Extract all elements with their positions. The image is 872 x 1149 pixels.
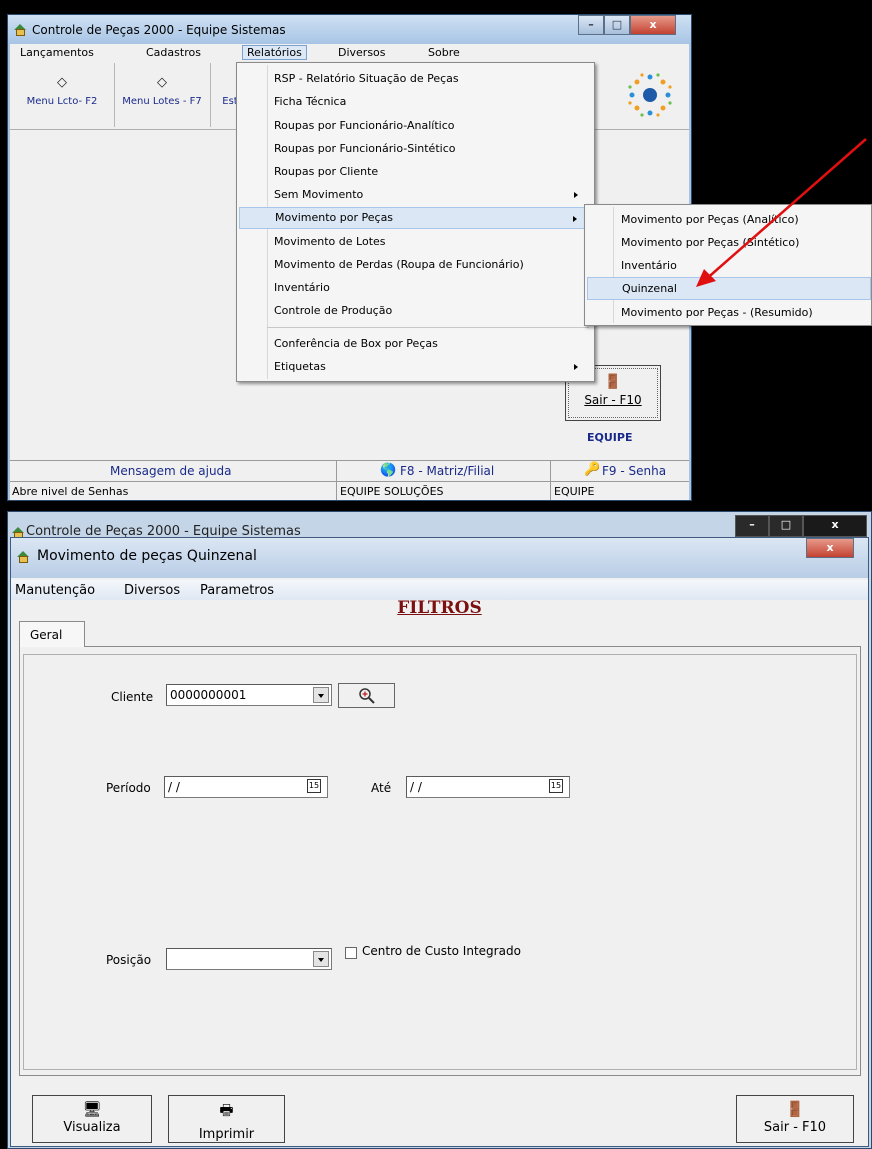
ate-date-field[interactable]: / / 15 (406, 776, 570, 798)
periodo-value: / / (168, 780, 180, 794)
dialog-close-button[interactable]: x (806, 538, 854, 558)
exit-door-icon: 🚪 (785, 1100, 805, 1118)
search-cliente-button[interactable] (338, 683, 395, 708)
menu-diversos[interactable]: Diversos (338, 46, 386, 59)
menu-item-sem-movimento-label: Sem Movimento (274, 188, 364, 201)
submenu-arrow-icon (574, 364, 578, 370)
senha-button[interactable]: F9 - Senha (602, 464, 666, 478)
dialog-menubar: Manutenção Diversos Parametros (11, 580, 868, 600)
periodo-date-field[interactable]: / / 15 (164, 776, 328, 798)
menu-item-roupas-func-sintetico[interactable]: Roupas por Funcionário-Sintético (239, 138, 592, 160)
globe-icon: 🌎 (380, 463, 397, 478)
maximize-button[interactable]: □ (769, 515, 803, 537)
key-icon: 🔑 (584, 462, 601, 477)
equipe-logo-icon (628, 73, 672, 117)
relatorios-dropdown: RSP - Relatório Situação de Peças Ficha … (236, 62, 595, 382)
status-bar-top: Mensagem de ajuda 🌎 F8 - Matriz/Filial 🔑… (10, 460, 689, 481)
calendar-icon[interactable]: 15 (307, 779, 321, 793)
menu-lotes-button[interactable]: ◇ Menu Lotes - F7 (114, 63, 211, 127)
menu-item-inventario[interactable]: Inventário (239, 277, 592, 299)
submenu-arrow-icon (574, 192, 578, 198)
sair-dialog-button[interactable]: 🚪 Sair - F10 (736, 1095, 854, 1143)
dialog-title-bar[interactable]: Movimento de peças Quinzenal x (11, 538, 868, 578)
visualiza-label: Visualiza (63, 1120, 121, 1135)
menu-lcto-button[interactable]: ◇ Menu Lcto- F2 (10, 63, 115, 127)
centro-custo-label: Centro de Custo Integrado (362, 944, 521, 958)
menu-item-controle-producao[interactable]: Controle de Produção (239, 300, 592, 322)
close-button[interactable]: x (630, 15, 676, 35)
minimize-button[interactable]: – (578, 15, 604, 35)
menu-item-roupas-cliente[interactable]: Roupas por Cliente (239, 161, 592, 183)
menu-lcto-label: Menu Lcto- F2 (26, 96, 98, 107)
filtros-heading: FILTROS (397, 598, 482, 618)
maximize-button[interactable]: □ (604, 15, 630, 35)
menu-diversos[interactable]: Diversos (124, 583, 180, 598)
menu-parametros[interactable]: Parametros (200, 583, 274, 598)
menu-item-roupas-func-analitico[interactable]: Roupas por Funcionário-Analítico (239, 115, 592, 137)
dialog-title: Movimento de peças Quinzenal (37, 548, 257, 564)
menu-manutencao[interactable]: Manutenção (15, 583, 95, 598)
magnifier-icon (358, 688, 375, 704)
menu-lancamentos[interactable]: Lançamentos (20, 46, 94, 59)
menubar: Lançamentos Cadastros Relatórios Diverso… (10, 44, 689, 64)
menu-relatorios[interactable]: Relatórios (242, 45, 307, 60)
close-button[interactable]: x (803, 515, 867, 537)
calendar-icon[interactable]: 15 (549, 779, 563, 793)
menu-item-movimento-lotes[interactable]: Movimento de Lotes (239, 231, 592, 253)
menu-separator (267, 327, 589, 328)
tag-icon: ◇ (57, 75, 67, 90)
status-nivel: Abre nivel de Senhas (12, 485, 129, 498)
printer-icon: 🖶 (219, 1101, 234, 1119)
menu-item-etiquetas[interactable]: Etiquetas (239, 356, 592, 378)
status-company: EQUIPE SOLUÇÕES (340, 485, 444, 498)
cliente-select[interactable]: 0000000001 (166, 684, 332, 706)
menu-item-movimento-pecas[interactable]: Movimento por Peças (239, 207, 592, 229)
chevron-down-icon[interactable] (313, 951, 329, 967)
menu-item-rsp[interactable]: RSP - Relatório Situação de Peças (239, 68, 592, 90)
help-message: Mensagem de ajuda (110, 464, 232, 478)
imprimir-button[interactable]: 🖶 Imprimir (168, 1095, 285, 1143)
menu-item-conferencia-box[interactable]: Conferência de Box por Peças (239, 333, 592, 355)
tag-icon: ◇ (157, 75, 167, 90)
chevron-down-icon[interactable] (313, 687, 329, 703)
ate-value: / / (410, 780, 422, 794)
menu-cadastros[interactable]: Cadastros (146, 46, 201, 59)
monitor-icon: 🖥 (82, 1100, 102, 1118)
quinzenal-dialog: Movimento de peças Quinzenal x Manutençã… (10, 537, 869, 1147)
menu-lotes-label: Menu Lotes - F7 (122, 96, 202, 107)
submenu-item-resumido[interactable]: Movimento por Peças - (Resumido) (587, 301, 871, 324)
menu-item-movimento-perdas[interactable]: Movimento de Perdas (Roupa de Funcionári… (239, 254, 592, 276)
tab-panel-inner (23, 654, 857, 1070)
posicao-select[interactable] (166, 948, 332, 970)
app-icon (14, 24, 27, 36)
periodo-label: Período (106, 781, 151, 795)
status-user: EQUIPE (554, 485, 595, 498)
status-bar-bottom: Abre nivel de Senhas EQUIPE SOLUÇÕES EQU… (10, 481, 689, 500)
matriz-filial-button[interactable]: F8 - Matriz/Filial (400, 464, 494, 478)
tab-geral[interactable]: Geral (19, 621, 85, 647)
title-bar[interactable]: Controle de Peças 2000 - Equipe Sistemas… (8, 15, 691, 43)
window-title: Controle de Peças 2000 - Equipe Sistemas (32, 23, 286, 37)
red-arrow-annotation (696, 138, 867, 287)
sair-dialog-label: Sair - F10 (763, 1120, 827, 1135)
brand-label: EQUIPE (587, 431, 633, 444)
menu-sobre[interactable]: Sobre (428, 46, 460, 59)
cliente-value: 0000000001 (170, 688, 247, 702)
sair-label: Sair - F10 (584, 393, 642, 407)
menu-item-sem-movimento[interactable]: Sem Movimento (239, 184, 592, 206)
ate-label: Até (371, 781, 392, 795)
imprimir-label: Imprimir (198, 1127, 255, 1142)
cliente-label: Cliente (111, 690, 154, 704)
app-icon (17, 551, 30, 563)
posicao-label: Posição (106, 953, 152, 967)
submenu-arrow-icon (573, 216, 577, 222)
menu-item-movimento-pecas-label: Movimento por Peças (275, 211, 394, 224)
menu-item-ficha-tecnica[interactable]: Ficha Técnica (239, 91, 592, 113)
menu-item-etiquetas-label: Etiquetas (274, 360, 326, 373)
minimize-button[interactable]: – (735, 515, 769, 537)
visualiza-button[interactable]: 🖥 Visualiza (32, 1095, 152, 1143)
centro-custo-checkbox[interactable] (345, 947, 357, 959)
